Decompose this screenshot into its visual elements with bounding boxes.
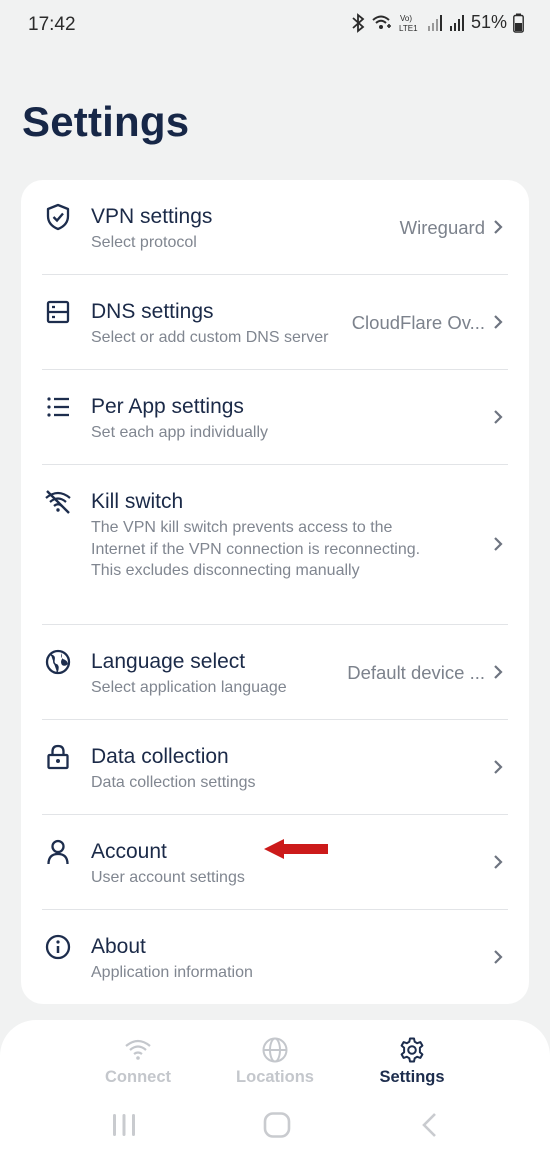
settings-row-language[interactable]: Language select Select application langu…: [21, 625, 529, 719]
recent-apps-icon[interactable]: [111, 1112, 137, 1138]
settings-list: VPN settings Select protocol Wireguard D…: [21, 180, 529, 1004]
bluetooth-icon: [351, 12, 365, 33]
annotation-arrow-icon: [264, 838, 328, 860]
signal-icon: [449, 14, 465, 32]
row-title: Language select: [91, 650, 246, 673]
row-title: Kill switch: [91, 490, 184, 513]
list-icon: [43, 392, 73, 422]
system-navigation: [0, 1090, 550, 1150]
row-value: Wireguard: [399, 217, 485, 238]
wifi-off-icon: [43, 487, 73, 517]
settings-screen: 17:42 Vo) LTE1 51% Settings VPN settings…: [0, 0, 550, 1161]
settings-row-dns[interactable]: DNS settings Select or add custom DNS se…: [21, 275, 529, 369]
nav-label: Locations: [236, 1068, 314, 1086]
row-subtitle: User account settings: [91, 869, 245, 886]
settings-row-data-collection[interactable]: Data collection Data collection settings: [21, 720, 529, 814]
wifi-icon: [124, 1036, 152, 1064]
row-subtitle: Application information: [91, 964, 253, 981]
svg-text:LTE1: LTE1: [399, 24, 418, 33]
page-title: Settings: [22, 98, 190, 145]
chevron-right-icon: [491, 758, 505, 776]
nav-label: Settings: [379, 1068, 445, 1086]
nav-locations[interactable]: Locations: [215, 1036, 335, 1087]
back-icon[interactable]: [420, 1112, 440, 1138]
status-bar: 17:42 Vo) LTE1 51%: [0, 0, 550, 52]
settings-row-account[interactable]: Account User account settings: [21, 815, 529, 909]
svg-text:Vo): Vo): [400, 14, 412, 23]
settings-row-per-app[interactable]: Per App settings Set each app individual…: [21, 370, 529, 464]
row-subtitle: Set each app individually: [91, 424, 269, 441]
row-subtitle: The VPN kill switch prevents access to t…: [91, 519, 421, 579]
nav-settings[interactable]: Settings: [352, 1036, 472, 1087]
row-title: Data collection: [91, 745, 229, 768]
signal-icon: [427, 14, 443, 32]
chevron-right-icon: [491, 313, 505, 331]
row-title: VPN settings: [91, 205, 213, 228]
nav-connect[interactable]: Connect: [78, 1036, 198, 1087]
row-subtitle: Select or add custom DNS server: [91, 329, 329, 346]
row-value: Default device ...: [347, 662, 485, 683]
lock-icon: [43, 742, 73, 772]
status-icons: Vo) LTE1 51%: [351, 12, 524, 33]
home-icon[interactable]: [263, 1112, 291, 1138]
chevron-right-icon: [491, 663, 505, 681]
settings-row-kill-switch[interactable]: Kill switch The VPN kill switch prevents…: [21, 465, 529, 624]
status-time: 17:42: [28, 14, 76, 35]
chevron-right-icon: [491, 408, 505, 426]
gear-icon: [398, 1036, 426, 1064]
row-subtitle: Select application language: [91, 679, 287, 696]
row-title: About: [91, 935, 146, 958]
settings-row-vpn[interactable]: VPN settings Select protocol Wireguard: [21, 180, 529, 274]
shield-check-icon: [43, 202, 73, 232]
chevron-right-icon: [491, 853, 505, 871]
chevron-right-icon: [491, 535, 505, 553]
row-subtitle: Select protocol: [91, 234, 197, 251]
server-icon: [43, 297, 73, 327]
row-subtitle: Data collection settings: [91, 774, 256, 791]
battery-percent: 51%: [470, 12, 507, 32]
row-title: Account: [91, 840, 167, 863]
user-icon: [43, 837, 73, 867]
settings-row-about[interactable]: About Application information: [21, 910, 529, 1004]
row-value: CloudFlare Ov...: [351, 312, 485, 333]
chevron-right-icon: [491, 948, 505, 966]
battery-icon: [513, 13, 524, 33]
row-title: DNS settings: [91, 300, 214, 323]
info-icon: [43, 932, 73, 962]
wifi-calling-icon: [371, 14, 393, 32]
chevron-right-icon: [491, 218, 505, 236]
row-title: Per App settings: [91, 395, 244, 418]
volte-icon: Vo) LTE1: [399, 13, 421, 33]
globe-icon: [43, 647, 73, 677]
globe-icon: [261, 1036, 289, 1064]
nav-label: Connect: [105, 1068, 171, 1086]
